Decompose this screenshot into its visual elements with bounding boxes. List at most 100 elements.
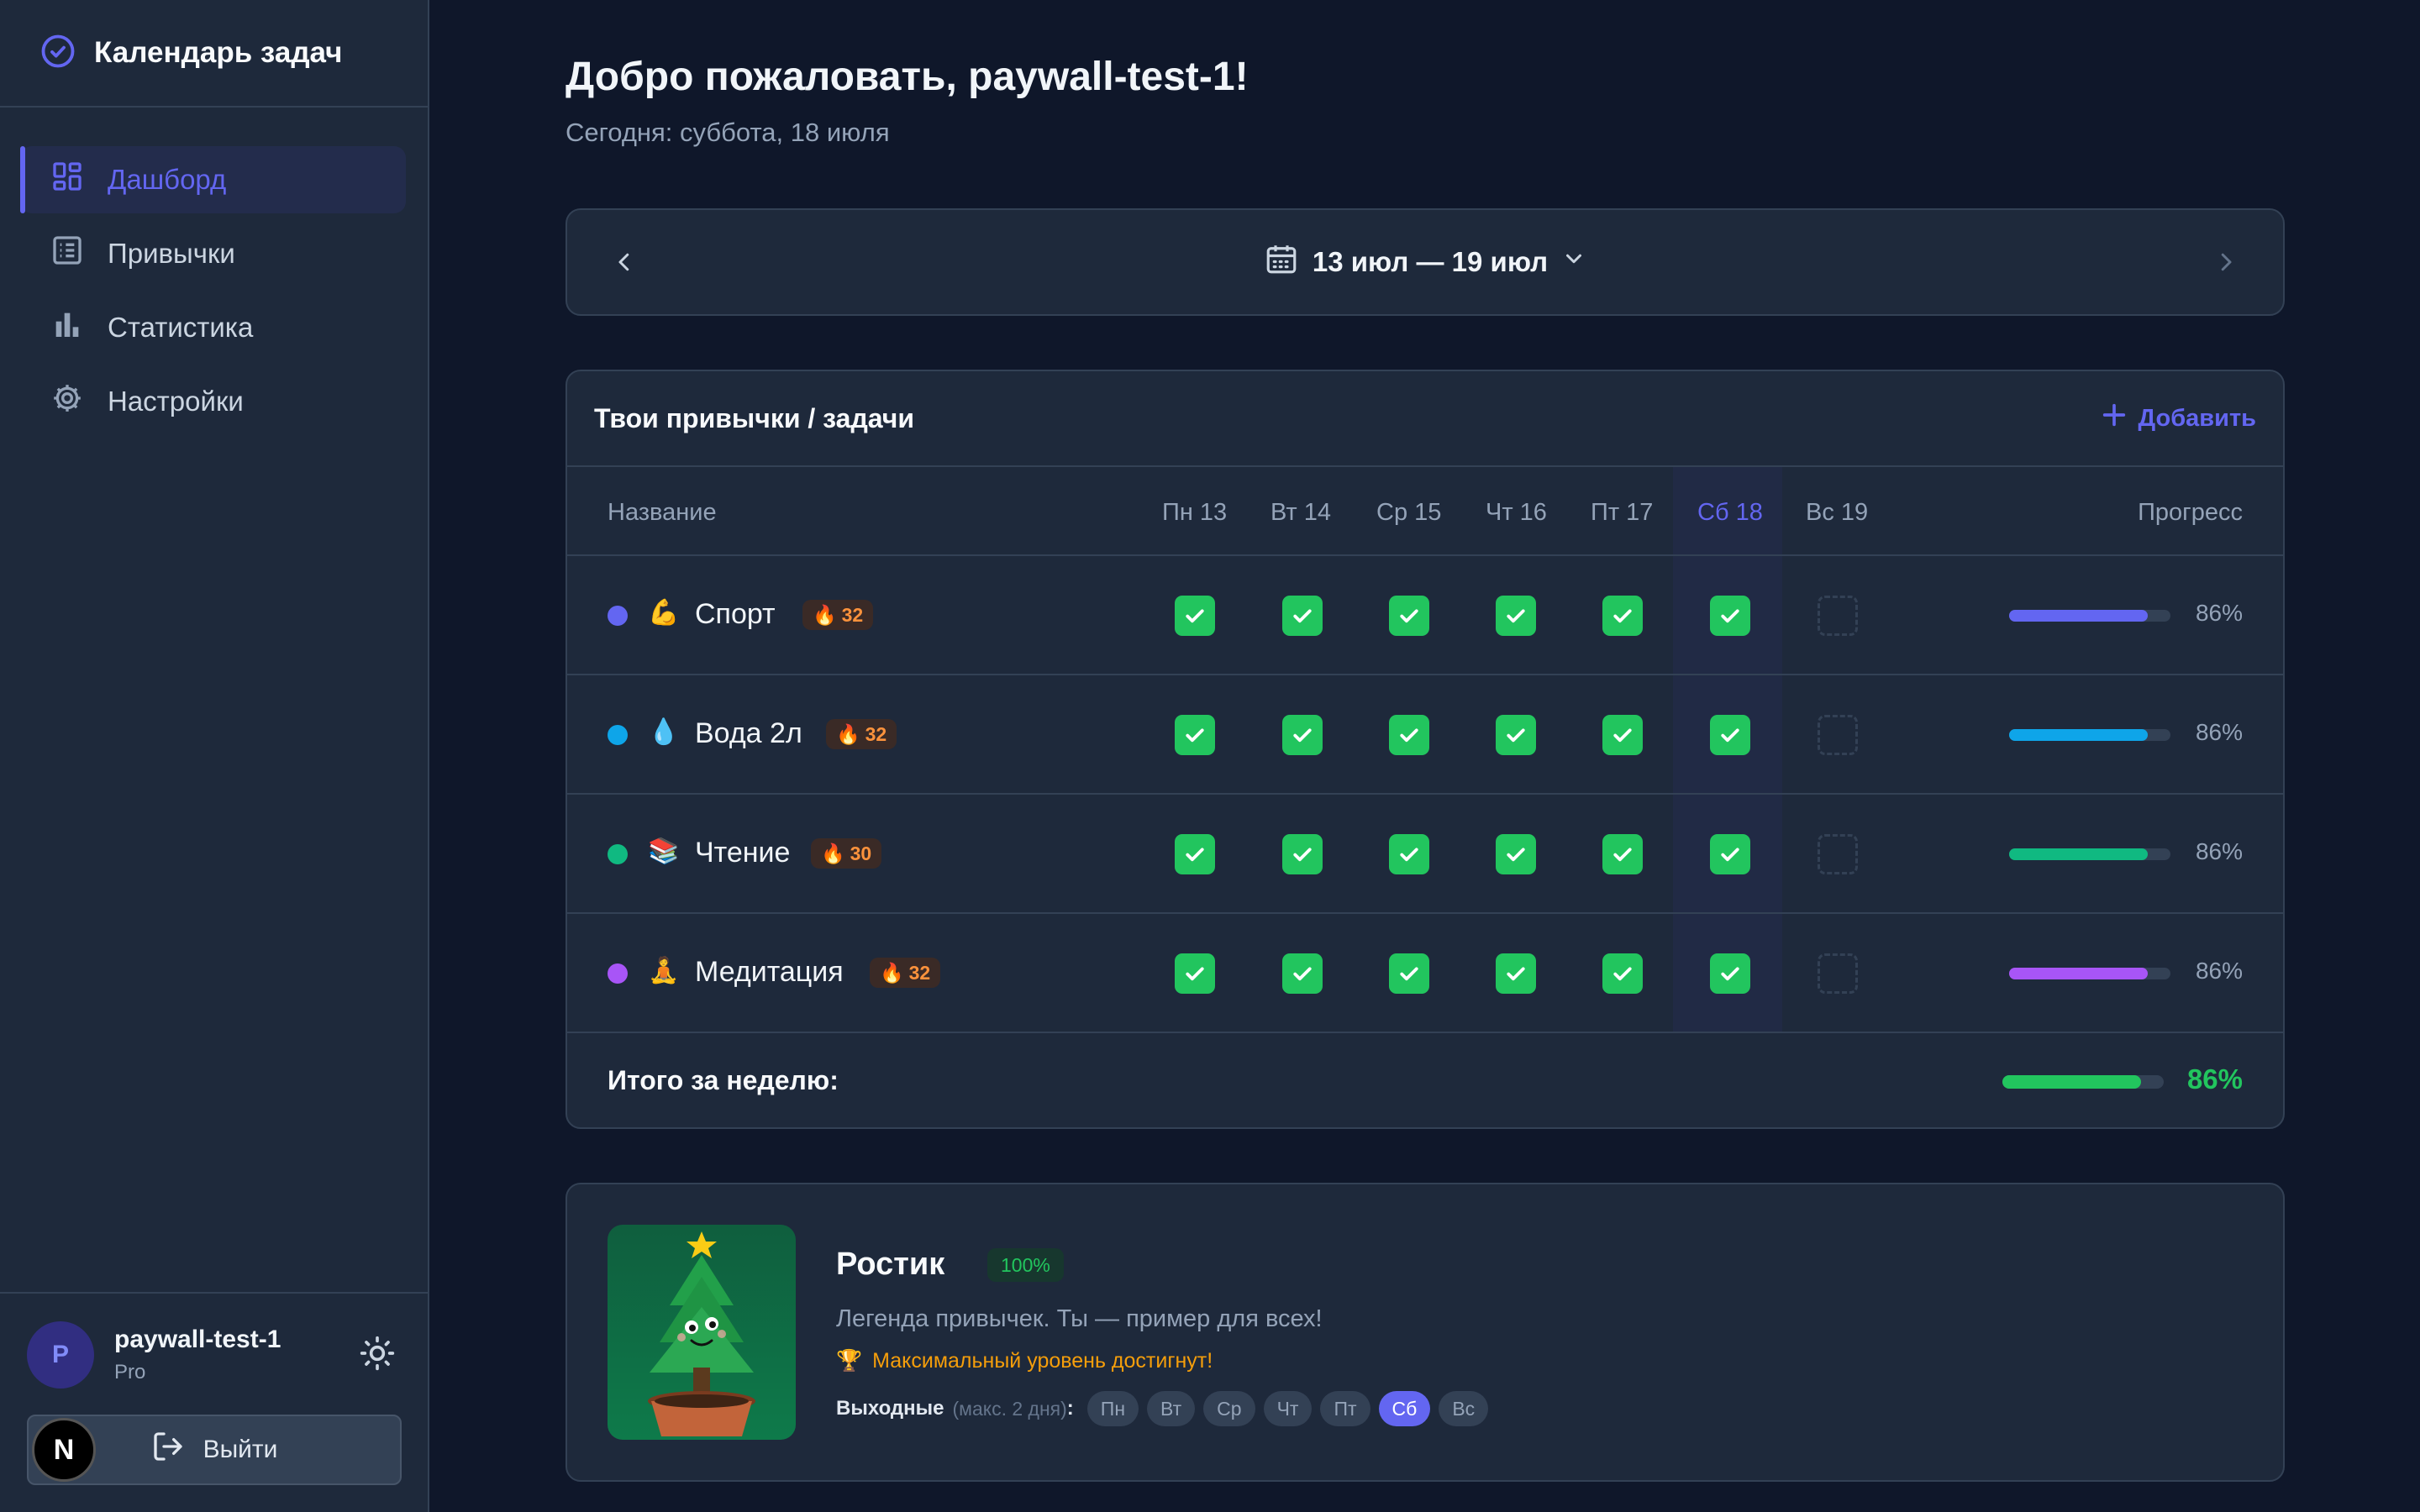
day-checkbox-checked[interactable] [1175, 953, 1215, 994]
weekend-day-chip[interactable]: Пт [1320, 1391, 1370, 1426]
check-icon [1186, 728, 1204, 743]
day-checkbox-checked[interactable] [1602, 596, 1643, 636]
pet-name: Ростик [836, 1247, 945, 1282]
check-icon [1721, 848, 1739, 862]
logout-button[interactable]: N Выйти [27, 1415, 402, 1485]
weekend-day-chip[interactable]: Пн [1086, 1391, 1139, 1426]
streak-badge: 🔥 32 [870, 958, 941, 988]
day-checkbox-checked[interactable] [1175, 715, 1215, 755]
day-checkbox-checked[interactable] [1602, 953, 1643, 994]
streak-badge: 🔥 32 [802, 600, 874, 630]
habit-name[interactable]: Чтение [695, 837, 790, 869]
weekends-label: Выходные [836, 1397, 944, 1420]
day-checkbox-checked[interactable] [1710, 715, 1750, 755]
day-checkbox-checked[interactable] [1710, 953, 1750, 994]
page-title: Добро пожаловать, paywall-test-1! [566, 55, 1249, 99]
nav-item-habits[interactable]: Привычки [20, 220, 406, 287]
nav-item-dashboard[interactable]: Дашборд [20, 146, 406, 213]
day-checkbox-checked[interactable] [1710, 834, 1750, 874]
streak-badge: 🔥 32 [826, 719, 897, 749]
column-header-progress: Прогресс [2138, 499, 2243, 526]
next-week-button[interactable] [2206, 244, 2246, 284]
nav-item-settings[interactable]: Настройки [20, 368, 406, 435]
column-headers: Название Пн 13 Вт 14 Ср 15 Чт 16 Пт 17 С… [567, 467, 2283, 556]
day-checkbox-checked[interactable] [1282, 953, 1323, 994]
habit-progress-fill [2009, 729, 2149, 741]
weekend-day-chip[interactable]: Вс [1439, 1391, 1489, 1426]
habit-progress-fill [2009, 848, 2149, 860]
habit-name[interactable]: Медитация [695, 956, 844, 989]
day-checkbox-checked[interactable] [1389, 834, 1429, 874]
check-icon [1721, 609, 1739, 623]
day-checkbox-checked[interactable] [1496, 715, 1536, 755]
pet-quote: Легенда привычек. Ты — пример для всех! [836, 1305, 1323, 1332]
column-header-day[interactable]: Чт 16 [1486, 499, 1547, 527]
user-row: P paywall-test-1 Pro [27, 1319, 401, 1391]
check-icon [1613, 848, 1632, 862]
bar-chart-icon [50, 307, 84, 348]
check-circle-icon [40, 34, 76, 73]
day-checkbox-checked[interactable] [1710, 596, 1750, 636]
theme-toggle-button[interactable] [354, 1331, 401, 1378]
day-checkbox-checked[interactable] [1496, 834, 1536, 874]
app-title: Календарь задач [94, 36, 343, 69]
check-icon [1507, 728, 1525, 743]
avatar[interactable]: P [27, 1321, 94, 1389]
chevron-right-icon [2213, 249, 2238, 279]
weekend-day-chip-selected[interactable]: Сб [1378, 1391, 1431, 1426]
check-icon [1186, 609, 1204, 623]
weekends-colon: : [1066, 1397, 1074, 1420]
tree-pet-illustration [608, 1225, 796, 1440]
day-checkbox-checked[interactable] [1282, 596, 1323, 636]
weekend-day-chip[interactable]: Ср [1203, 1391, 1255, 1426]
weekly-total-value: 86% [2186, 1063, 2243, 1095]
day-checkbox-checked[interactable] [1389, 953, 1429, 994]
habit-emoji: 💧 [648, 718, 680, 746]
day-checkbox-checked[interactable] [1282, 834, 1323, 874]
nav-label: Статистика [108, 312, 254, 343]
table-row[interactable]: 📚 Чтение 🔥 30 86% [567, 795, 2283, 914]
day-checkbox-checked[interactable] [1602, 834, 1643, 874]
day-checkbox-checked[interactable] [1389, 596, 1429, 636]
habit-name[interactable]: Спорт [695, 598, 776, 631]
day-checkbox-checked[interactable] [1389, 715, 1429, 755]
weekly-total-label: Итого за неделю: [608, 1065, 839, 1095]
weekend-day-chip[interactable]: Вт [1147, 1391, 1196, 1426]
weekend-day-chip[interactable]: Чт [1263, 1391, 1313, 1426]
day-checkbox-checked[interactable] [1496, 596, 1536, 636]
week-range-dropdown[interactable]: 13 июл — 19 июл [567, 210, 2283, 314]
day-checkbox-checked[interactable] [1175, 834, 1215, 874]
check-icon [1613, 728, 1632, 743]
column-header-day[interactable]: Ср 15 [1376, 499, 1441, 527]
table-row[interactable]: 💪 Спорт 🔥 32 86% [567, 556, 2283, 675]
column-header-day[interactable]: Вс 19 [1806, 499, 1868, 527]
day-checkbox-checked[interactable] [1175, 596, 1215, 636]
column-header-day[interactable]: Пн 13 [1162, 499, 1227, 527]
table-row[interactable]: 💧 Вода 2л 🔥 32 86% [567, 675, 2283, 795]
add-habit-label: Добавить [2138, 404, 2256, 432]
column-header-day[interactable]: Вт 14 [1270, 499, 1331, 527]
check-icon [1186, 967, 1204, 981]
day-checkbox-empty[interactable] [1818, 834, 1858, 874]
day-checkbox-empty[interactable] [1818, 596, 1858, 636]
main-nav: Дашборд Привычки Статистика Настройки [0, 108, 428, 435]
habit-name[interactable]: Вода 2л [695, 717, 802, 750]
table-row[interactable]: 🧘 Медитация 🔥 32 86% [567, 914, 2283, 1033]
day-checkbox-checked[interactable] [1282, 715, 1323, 755]
day-checkbox-empty[interactable] [1818, 715, 1858, 755]
streak-badge: 🔥 30 [811, 838, 882, 869]
column-header-day[interactable]: Пт 17 [1591, 499, 1653, 527]
column-header-day-today[interactable]: Сб 18 [1697, 499, 1763, 527]
add-habit-button[interactable]: Добавить [2100, 401, 2256, 436]
check-icon [1293, 728, 1312, 743]
nav-item-statistics[interactable]: Статистика [20, 294, 406, 361]
check-icon [1613, 967, 1632, 981]
brand[interactable]: Календарь задач [0, 0, 428, 108]
streak-count: 32 [865, 722, 887, 745]
today-date: Сегодня: суббота, 18 июля [566, 118, 890, 147]
day-checkbox-checked[interactable] [1496, 953, 1536, 994]
day-checkbox-empty[interactable] [1818, 953, 1858, 994]
n-badge[interactable]: N [32, 1418, 96, 1482]
day-checkbox-checked[interactable] [1602, 715, 1643, 755]
habit-progress-fill [2009, 610, 2149, 622]
